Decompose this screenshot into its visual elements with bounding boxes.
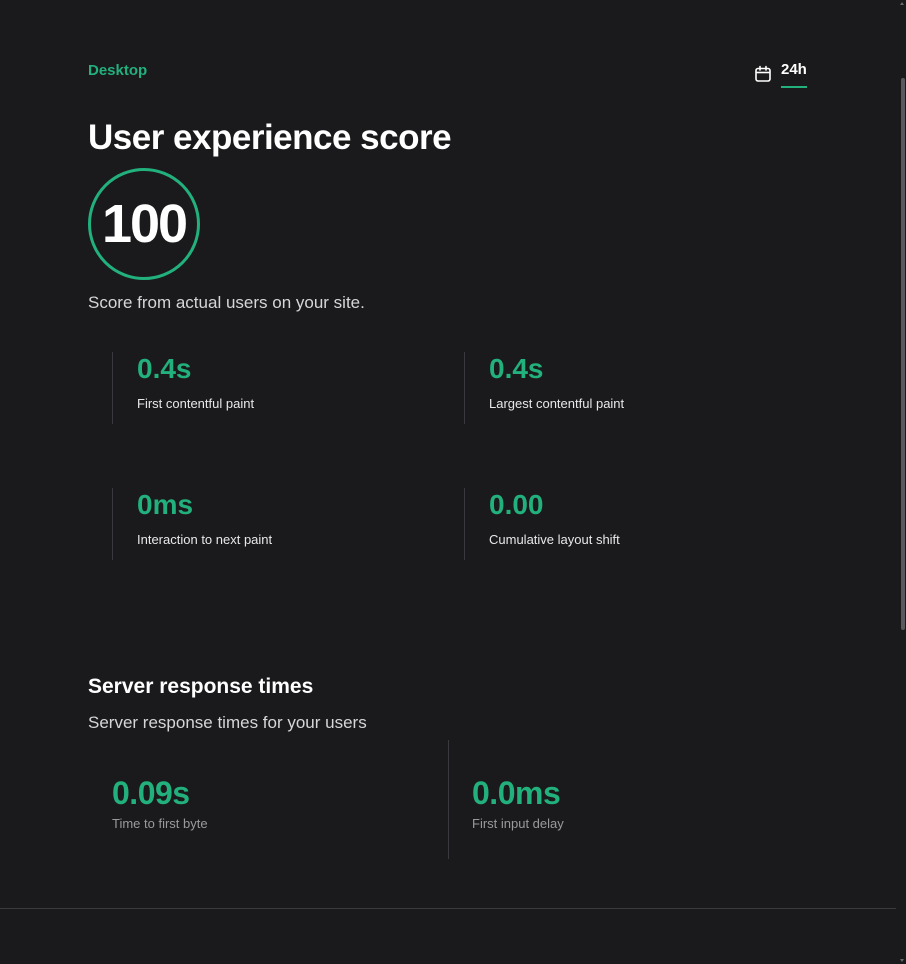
metric-value: 0.09s [112,775,190,811]
server-metric-divider [448,740,449,859]
time-range-value[interactable]: 24h [781,60,807,88]
server-section-description: Server response times for your users [88,713,367,732]
score-description: Score from actual users on your site. [88,293,365,312]
metric-value: 0ms [137,489,194,520]
metric-value: 0.4s [489,353,544,384]
score-value: 100 [101,194,188,254]
calendar-icon [754,65,772,83]
device-tab-desktop[interactable]: Desktop [88,62,147,79]
metric-cumulative-layout-shift: 0.00 Cumulative layout shift [464,488,620,560]
page: Desktop 24h User experience score 100 Sc… [0,0,906,964]
section-divider [0,908,896,909]
metric-label: Interaction to next paint [137,532,273,547]
metric-label: Largest contentful paint [489,396,625,411]
metric-first-contentful-paint: 0.4s First contentful paint [112,352,254,424]
metric-label: Time to first byte [112,816,208,831]
scroll-down-arrow-icon[interactable] [900,959,904,962]
metric-first-input-delay: 0.0ms First input delay [472,740,564,859]
score-ring: 100 [88,168,200,280]
metric-label: Cumulative layout shift [489,532,620,547]
time-range-picker[interactable]: 24h [754,60,807,88]
metric-value: 0.00 [489,489,544,520]
scroll-up-arrow-icon[interactable] [900,2,904,5]
page-title: User experience score [88,118,452,157]
metric-largest-contentful-paint: 0.4s Largest contentful paint [464,352,624,424]
metric-label: First contentful paint [137,396,255,411]
metric-value: 0.0ms [472,775,561,811]
metric-label: First input delay [472,816,564,831]
server-section-title: Server response times [88,675,314,698]
scrollbar-thumb[interactable] [901,78,905,630]
metric-value: 0.4s [137,353,192,384]
metric-time-to-first-byte: 0.09s Time to first byte [112,740,208,859]
metric-interaction-to-next-paint: 0ms Interaction to next paint [112,488,272,560]
scrollbar[interactable] [896,0,906,964]
